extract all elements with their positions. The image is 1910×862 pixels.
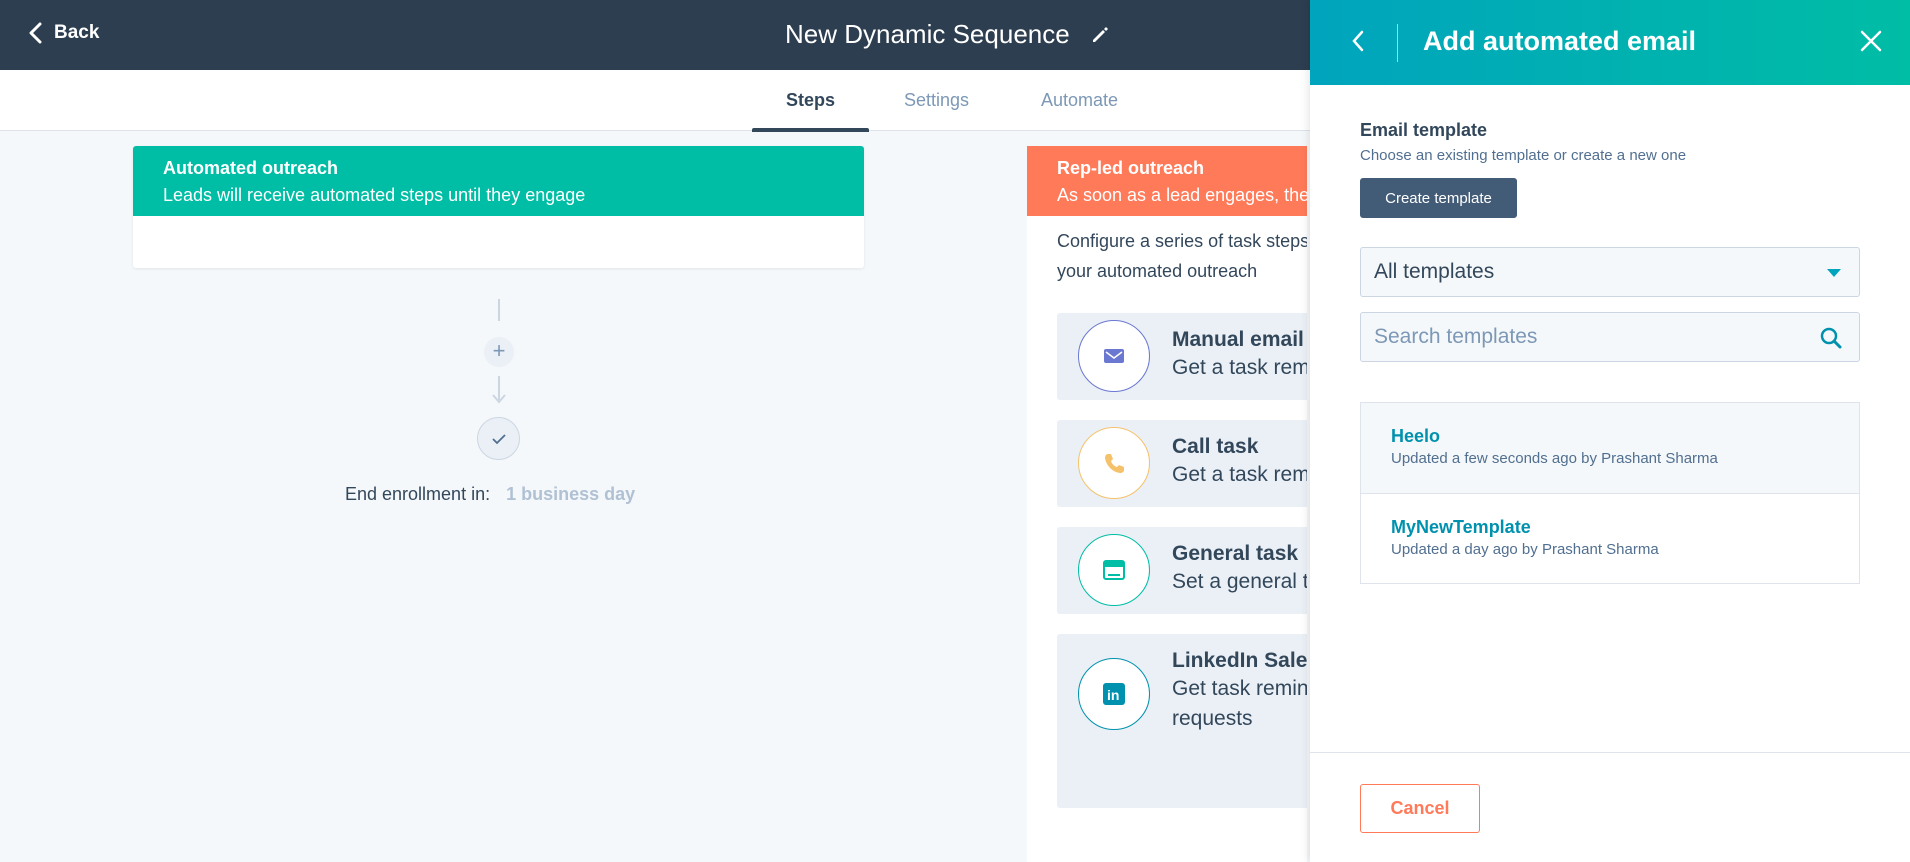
check-icon (491, 433, 506, 444)
task-description: Get task remin (1172, 677, 1307, 700)
rep-led-outreach-header: Rep-led outreach As soon as a lead engag… (1027, 146, 1307, 216)
automated-outreach-card: Automated outreach Leads will receive au… (133, 146, 864, 268)
panel-back-icon[interactable] (1350, 28, 1366, 54)
template-item[interactable]: Heelo Updated a few seconds ago by Prash… (1361, 403, 1859, 493)
end-enrollment-value[interactable]: 1 business day (506, 484, 635, 505)
automated-outreach-subtitle: Leads will receive automated steps until… (163, 185, 586, 205)
caret-down-icon (1827, 269, 1841, 277)
rep-led-description-line: Configure a series of task steps (1057, 231, 1307, 251)
rep-led-outreach-title: Rep-led outreach (1057, 158, 1205, 178)
email-template-help: Choose an existing template or create a … (1360, 147, 1687, 164)
task-title: LinkedIn Sale (1172, 649, 1307, 672)
email-template-label: Email template (1360, 120, 1488, 140)
tab-steps[interactable]: Steps (751, 70, 870, 132)
arrow-down-icon (492, 394, 506, 404)
task-description: Get a task rem (1172, 356, 1307, 379)
browser-icon (1078, 534, 1150, 606)
rep-led-description-line: your automated outreach (1057, 261, 1258, 281)
search-input[interactable] (1361, 313, 1801, 361)
template-filter-value: All templates (1374, 260, 1495, 283)
pencil-icon[interactable] (1090, 25, 1110, 45)
panel-footer: Cancel (1310, 752, 1910, 862)
search-icon[interactable] (1819, 326, 1843, 350)
task-option-linkedin[interactable]: in LinkedIn Sale Get task remin requests (1057, 634, 1307, 808)
sequence-name: New Dynamic Sequence (785, 19, 1070, 49)
template-name[interactable]: Heelo (1391, 423, 1829, 449)
panel-title: Add automated email (1423, 26, 1697, 56)
automated-outreach-header: Automated outreach Leads will receive au… (133, 146, 864, 216)
template-list: Heelo Updated a few seconds ago by Prash… (1360, 402, 1860, 584)
task-title: Manual email (1172, 328, 1304, 351)
header-divider (1397, 24, 1398, 62)
task-option-general[interactable]: General task Set a general t (1057, 527, 1307, 614)
add-step-button[interactable]: + (484, 337, 514, 367)
page-title: New Dynamic Sequence (785, 19, 1110, 50)
template-filter-dropdown[interactable]: All templates (1360, 247, 1860, 297)
add-automated-email-panel: Add automated email Email template Choos… (1310, 0, 1910, 862)
svg-text:in: in (1107, 687, 1119, 703)
automated-outreach-title: Automated outreach (163, 158, 339, 178)
create-template-button[interactable]: Create template (1360, 178, 1517, 218)
rep-led-outreach-card: Rep-led outreach As soon as a lead engag… (1027, 146, 1307, 862)
template-meta: Updated a few seconds ago by Prashant Sh… (1391, 450, 1718, 467)
task-title: Call task (1172, 435, 1259, 458)
flow-connector (498, 299, 500, 321)
template-name[interactable]: MyNewTemplate (1391, 514, 1829, 540)
end-enrollment-label: End enrollment in: (345, 484, 491, 504)
linkedin-icon: in (1078, 658, 1150, 730)
close-icon[interactable] (1858, 28, 1884, 54)
cancel-button[interactable]: Cancel (1360, 784, 1480, 833)
rep-led-description: Configure a series of task steps your au… (1027, 216, 1307, 286)
task-description: requests (1172, 707, 1253, 730)
task-option-manual-email[interactable]: Manual email Get a task rem (1057, 313, 1307, 400)
panel-header: Add automated email (1310, 0, 1910, 85)
template-search (1360, 312, 1860, 362)
chevron-left-icon (29, 22, 42, 44)
task-description: Get a task rem (1172, 463, 1307, 486)
task-option-call[interactable]: Call task Get a task rem (1057, 420, 1307, 507)
back-button[interactable]: Back (28, 22, 99, 44)
end-step-circle (477, 417, 520, 460)
tab-automate[interactable]: Automate (1041, 70, 1118, 131)
task-description: Set a general t (1172, 570, 1307, 593)
rep-led-outreach-subtitle: As soon as a lead engages, the (1057, 185, 1307, 205)
envelope-icon (1078, 320, 1150, 392)
template-meta: Updated a day ago by Prashant Sharma (1391, 541, 1659, 558)
task-title: General task (1172, 542, 1299, 565)
end-enrollment: End enrollment in: 1 business day (345, 484, 635, 505)
template-item[interactable]: MyNewTemplate Updated a day ago by Prash… (1361, 493, 1859, 583)
phone-icon (1078, 427, 1150, 499)
tab-settings[interactable]: Settings (904, 70, 969, 131)
back-label: Back (54, 22, 100, 43)
